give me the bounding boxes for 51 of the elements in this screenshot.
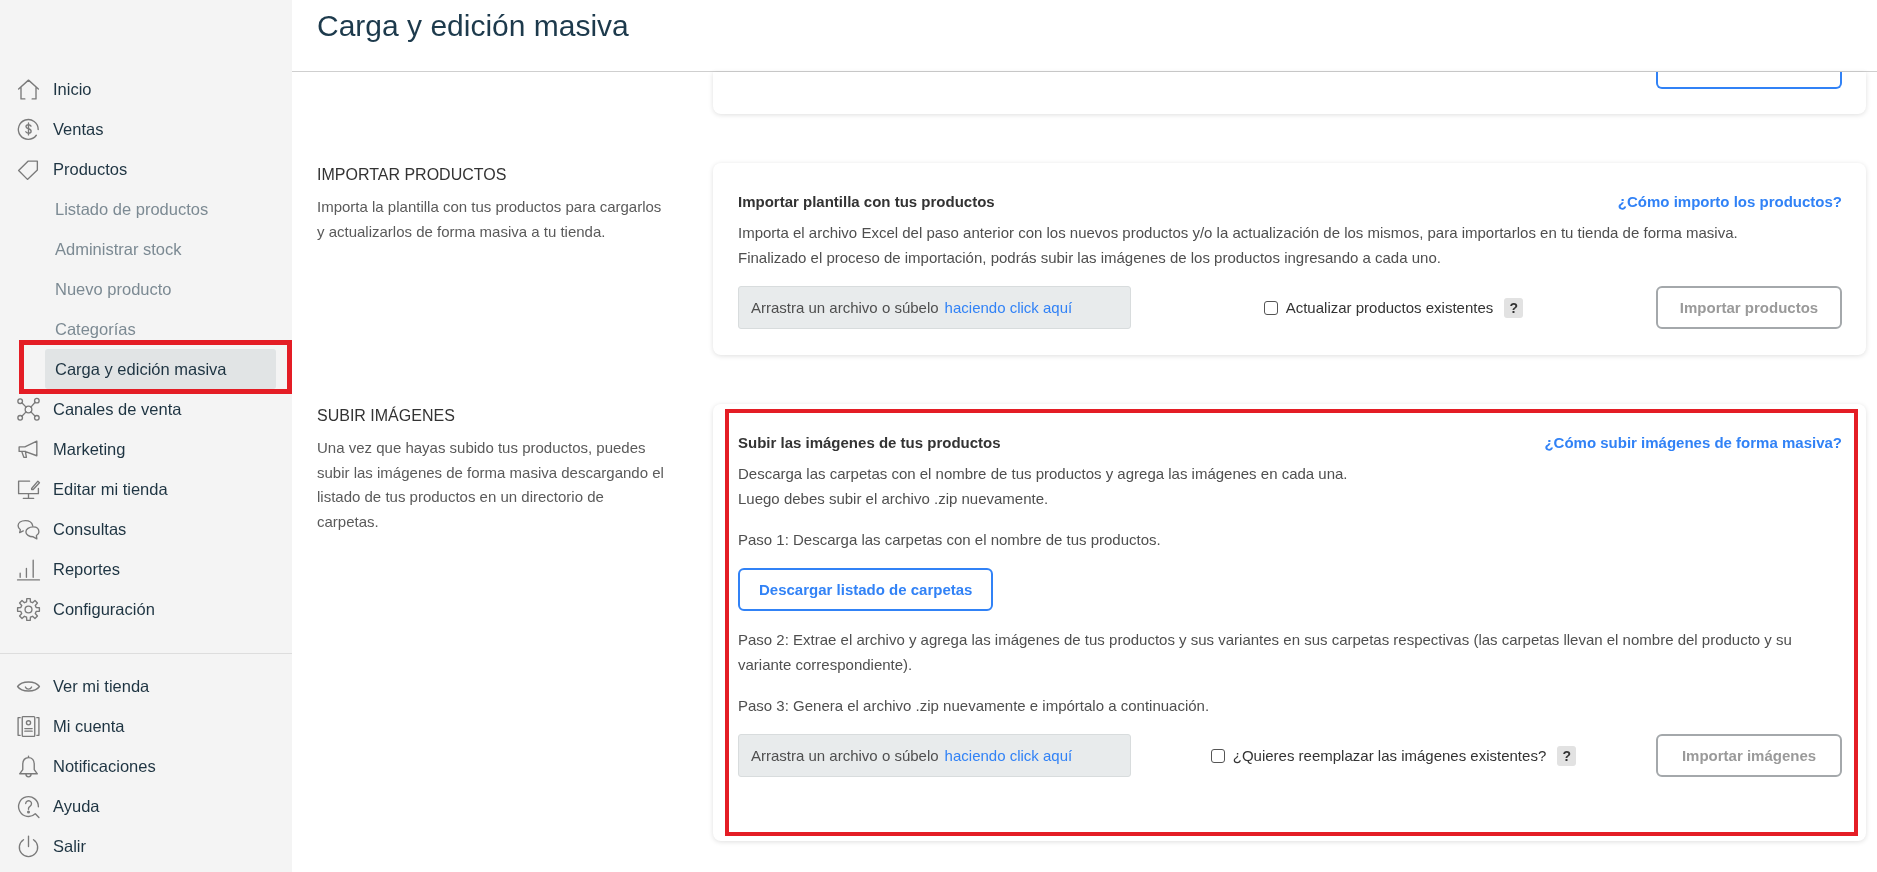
nav-item[interactable]: Reportes <box>8 549 276 589</box>
option-label[interactable]: Actualizar productos existentes <box>1285 299 1494 316</box>
nav-item[interactable]: Ventas <box>8 109 276 149</box>
section-heading: SUBIR IMÁGENES <box>317 405 456 426</box>
nav-item[interactable]: Canales de venta <box>8 389 276 429</box>
help-badge[interactable]: ? <box>1504 297 1524 318</box>
download-button[interactable]: Descargar listado de carpetas <box>738 568 994 611</box>
help-link[interactable]: ¿Cómo importo los productos? <box>1617 192 1842 212</box>
dropzone-hint: Arrastra un archivo o súbelo <box>751 747 939 764</box>
section-description: Importa la plantilla con tus productos para cargarlos y actualizarlos de forma masiva a tu tienda. <box>317 197 663 242</box>
nav-item[interactable]: Mi cuenta <box>8 706 276 746</box>
checkbox[interactable] <box>1263 300 1278 315</box>
section-heading: IMPORTAR PRODUCTOS <box>317 165 508 185</box>
partial-button[interactable] <box>1656 72 1842 89</box>
body-text: Finalizado el proceso de importación, podrás subir las imágenes de los productos ingresando a cada uno. <box>738 248 1442 268</box>
file-dropzone[interactable]: Arrastra un archivo o súbelo haciendo click aquí <box>738 734 1131 777</box>
nav-item[interactable]: Consultas <box>8 509 276 549</box>
nav-item[interactable]: Marketing <box>8 429 276 469</box>
help-icon <box>16 793 41 819</box>
nav-item[interactable]: Ayuda <box>8 786 276 826</box>
bell-icon <box>16 753 41 779</box>
card-title: Importar plantilla con tus productos <box>738 192 995 212</box>
dollar-icon <box>16 116 41 142</box>
body-text: Paso 2: Extrae el archivo y agrega las imágenes de tus productos y sus variantes en sus carpetas respectivas (las carpetas llevan el nombre del producto y su variante correspondiente). <box>738 630 1793 675</box>
body-text: Importa el archivo Excel del paso anterior con los nuevos productos y/o la actualización de los mismos, para importarlos en tu tienda de forma masiva. <box>738 223 1739 243</box>
dropzone-hint: Arrastra un archivo o súbelo <box>751 299 939 316</box>
nav-item[interactable]: Inicio <box>8 69 276 109</box>
nav-item[interactable]: Productos <box>8 149 276 189</box>
body-text: Descarga las carpetas con el nombre de tus productos y agrega las imágenes en cada una. <box>738 464 1349 484</box>
checkbox[interactable] <box>1210 748 1225 763</box>
nodes-icon <box>16 396 41 422</box>
nav-item[interactable]: Editar mi tienda <box>8 469 276 509</box>
nav-item[interactable]: Configuración <box>8 589 276 629</box>
body-text: Paso 1: Descarga las carpetas con el nombre de tus productos. <box>738 530 1162 550</box>
help-badge[interactable]: ? <box>1557 745 1577 766</box>
nav-item[interactable]: Salir <box>8 826 276 866</box>
section-description: Una vez que hayas subido tus productos, puedes subir las imágenes de forma masiva descargando el listado de tus productos en un directorio de carpetas. <box>317 438 665 532</box>
home-icon <box>16 76 41 102</box>
page-title: Carga y edición masiva <box>317 8 629 44</box>
nav-item[interactable]: Notificaciones <box>8 746 276 786</box>
power-icon <box>16 833 41 859</box>
settings-icon <box>16 596 41 622</box>
body-text: Paso 3: Genera el archivo .zip nuevamente e impórtalo a continuación. <box>738 696 1211 716</box>
nav-item[interactable]: Ver mi tienda <box>8 666 276 706</box>
file-dropzone[interactable]: Arrastra un archivo o súbelo haciendo click aquí <box>738 286 1131 329</box>
body-text: Luego debes subir el archivo .zip nuevamente. <box>738 489 1050 509</box>
option-label[interactable]: ¿Quieres reemplazar las imágenes existentes? <box>1232 747 1547 764</box>
nav-subitem[interactable]: Carga y edición masiva <box>45 349 276 389</box>
id-card-icon <box>16 713 41 739</box>
help-link[interactable]: ¿Cómo subir imágenes de forma masiva? <box>1544 433 1842 453</box>
card-title: Subir las imágenes de tus productos <box>738 433 1001 453</box>
